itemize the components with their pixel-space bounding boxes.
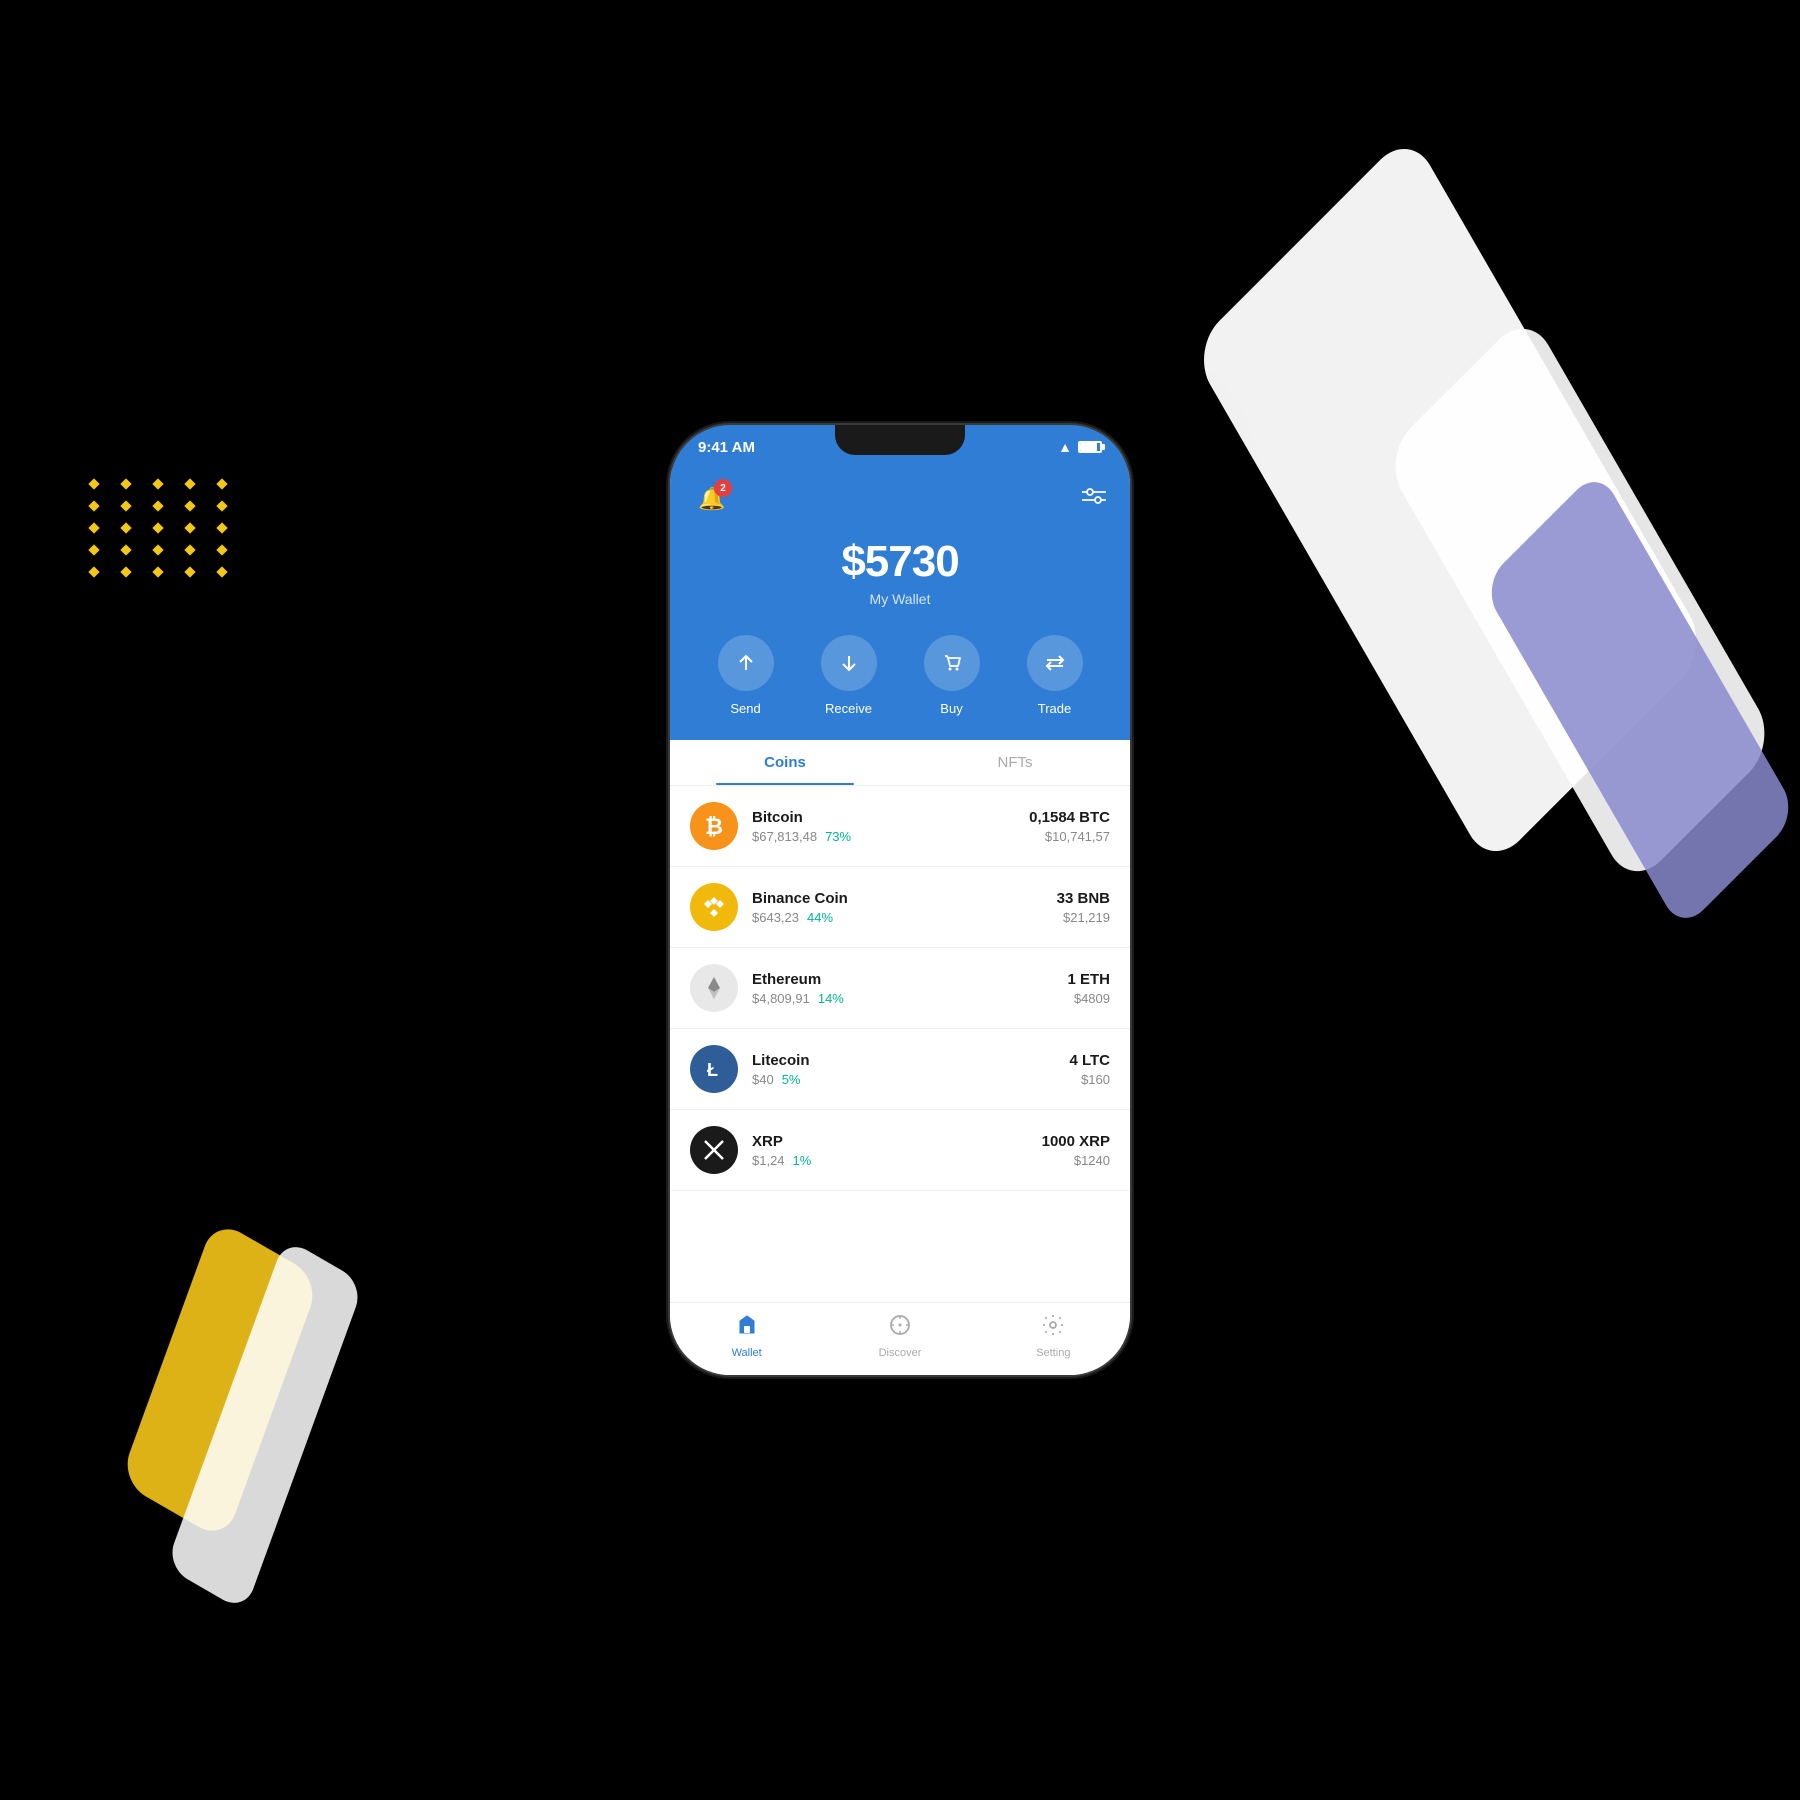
wallet-nav-label: Wallet [732,1347,762,1359]
discover-nav-icon [888,1313,912,1343]
receive-button[interactable]: Receive [821,635,877,716]
ltc-value: $160 [1069,1072,1110,1087]
bnb-amount: 33 BNB [1057,890,1110,907]
nav-discover[interactable]: Discover [823,1313,976,1359]
bottom-nav: Wallet Discover [670,1302,1130,1375]
bnb-holdings: 33 BNB $21,219 [1057,890,1110,925]
balance-label: My Wallet [694,591,1106,607]
phone-notch [835,425,965,455]
btc-name: Bitcoin [752,809,1015,826]
header-top: 🔔 2 [694,469,1106,537]
buy-icon [924,635,980,691]
trade-icon [1027,635,1083,691]
btc-value: $10,741,57 [1029,829,1110,844]
xrp-name: XRP [752,1133,1028,1150]
xrp-amount: 1000 XRP [1042,1133,1110,1150]
tabs: Coins NFTs [670,740,1130,786]
tab-coins[interactable]: Coins [670,740,900,785]
xrp-logo [690,1126,738,1174]
svg-text:Ł: Ł [707,1060,718,1080]
trade-button[interactable]: Trade [1027,635,1083,716]
ltc-price-row: $40 5% [752,1072,1055,1087]
xrp-price: $1,24 [752,1153,785,1168]
btc-info: Bitcoin $67,813,48 73% [752,809,1015,844]
bnb-info: Binance Coin $643,23 44% [752,890,1043,925]
eth-holdings: 1 ETH $4809 [1067,971,1110,1006]
action-buttons: Send Receive [694,635,1106,716]
xrp-value: $1240 [1042,1153,1110,1168]
btc-price: $67,813,48 [752,829,817,844]
wallet-nav-icon [735,1313,759,1343]
nav-setting[interactable]: Setting [977,1313,1130,1359]
btc-amount: 0,1584 BTC [1029,809,1110,826]
send-label: Send [730,701,760,716]
notification-badge: 2 [714,479,732,497]
ltc-holdings: 4 LTC $160 [1069,1052,1110,1087]
eth-name: Ethereum [752,971,1053,988]
btc-price-row: $67,813,48 73% [752,829,1015,844]
receive-label: Receive [825,701,872,716]
phone-device: 9:41 AM ▲ 🔔 2 [670,425,1130,1375]
send-icon [718,635,774,691]
bnb-logo [690,883,738,931]
eth-change: 14% [818,991,844,1006]
send-button[interactable]: Send [718,635,774,716]
eth-info: Ethereum $4,809,91 14% [752,971,1053,1006]
bnb-price-row: $643,23 44% [752,910,1043,925]
ltc-name: Litecoin [752,1052,1055,1069]
setting-nav-icon [1041,1313,1065,1343]
bnb-change: 44% [807,910,833,925]
balance-amount: $5730 [694,537,1106,587]
eth-price: $4,809,91 [752,991,810,1006]
ltc-price: $40 [752,1072,774,1087]
nav-wallet[interactable]: Wallet [670,1313,823,1359]
status-icons: ▲ [1058,439,1102,455]
setting-nav-label: Setting [1036,1347,1070,1359]
ltc-info: Litecoin $40 5% [752,1052,1055,1087]
coin-item-btc[interactable]: ₿ Bitcoin $67,813,48 73% 0,1584 BTC $10,… [670,786,1130,867]
bnb-price: $643,23 [752,910,799,925]
eth-value: $4809 [1067,991,1110,1006]
ltc-logo: Ł [690,1045,738,1093]
btc-holdings: 0,1584 BTC $10,741,57 [1029,809,1110,844]
coin-item-xrp[interactable]: XRP $1,24 1% 1000 XRP $1240 [670,1110,1130,1191]
trade-label: Trade [1038,701,1071,716]
coin-item-bnb[interactable]: Binance Coin $643,23 44% 33 BNB $21,219 [670,867,1130,948]
screen: 🔔 2 $5730 My Wallet [670,469,1130,1375]
eth-logo [690,964,738,1012]
buy-label: Buy [940,701,962,716]
wifi-icon: ▲ [1058,439,1072,455]
tab-nfts[interactable]: NFTs [900,740,1130,785]
ltc-change: 5% [782,1072,801,1087]
xrp-change: 1% [793,1153,812,1168]
xrp-holdings: 1000 XRP $1240 [1042,1133,1110,1168]
coin-item-ltc[interactable]: Ł Litecoin $40 5% 4 LTC $160 [670,1029,1130,1110]
xrp-info: XRP $1,24 1% [752,1133,1028,1168]
wallet-balance: $5730 My Wallet [694,537,1106,607]
bnb-name: Binance Coin [752,890,1043,907]
btc-change: 73% [825,829,851,844]
filter-button[interactable] [1082,487,1106,511]
xrp-price-row: $1,24 1% [752,1153,1028,1168]
coin-list: ₿ Bitcoin $67,813,48 73% 0,1584 BTC $10,… [670,786,1130,1302]
ltc-amount: 4 LTC [1069,1052,1110,1069]
coin-item-eth[interactable]: Ethereum $4,809,91 14% 1 ETH $4809 [670,948,1130,1029]
buy-button[interactable]: Buy [924,635,980,716]
bnb-value: $21,219 [1057,910,1110,925]
discover-nav-label: Discover [879,1347,922,1359]
eth-amount: 1 ETH [1067,971,1110,988]
svg-text:₿: ₿ [705,814,723,839]
notification-button[interactable]: 🔔 2 [694,481,730,517]
btc-logo: ₿ [690,802,738,850]
decorative-dots [90,480,236,576]
wallet-header: 🔔 2 $5730 My Wallet [670,469,1130,740]
eth-price-row: $4,809,91 14% [752,991,1053,1006]
status-time: 9:41 AM [698,439,755,456]
battery-icon [1078,441,1102,453]
receive-icon [821,635,877,691]
